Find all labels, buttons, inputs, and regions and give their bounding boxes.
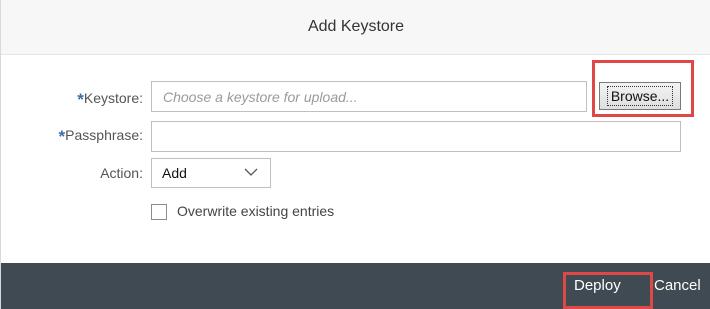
add-keystore-dialog: Add Keystore *Keystore: Browse... *Passp…: [0, 0, 710, 309]
passphrase-label-text: Passphrase:: [65, 127, 143, 143]
required-marker: *: [58, 127, 66, 146]
cancel-button[interactable]: Cancel: [654, 277, 701, 294]
dialog-title: Add Keystore: [307, 18, 405, 35]
keystore-label-text: Keystore:: [83, 90, 143, 106]
chevron-down-icon: [244, 168, 258, 176]
overwrite-checkbox[interactable]: [151, 204, 167, 220]
keystore-label: *Keystore:: [77, 88, 143, 109]
action-select[interactable]: Add: [151, 158, 271, 188]
passphrase-input[interactable]: [151, 121, 681, 152]
keystore-file-input[interactable]: [151, 81, 587, 112]
overwrite-checkbox-label[interactable]: Overwrite existing entries: [177, 203, 334, 219]
passphrase-label: *Passphrase:: [58, 125, 143, 146]
required-marker: *: [77, 90, 84, 109]
action-label: Action:: [100, 165, 143, 181]
action-selected-value: Add: [162, 165, 187, 181]
deploy-highlight-box: [563, 272, 653, 309]
browse-highlight-box: [592, 60, 694, 117]
dialog-header: Add Keystore: [1, 0, 710, 55]
